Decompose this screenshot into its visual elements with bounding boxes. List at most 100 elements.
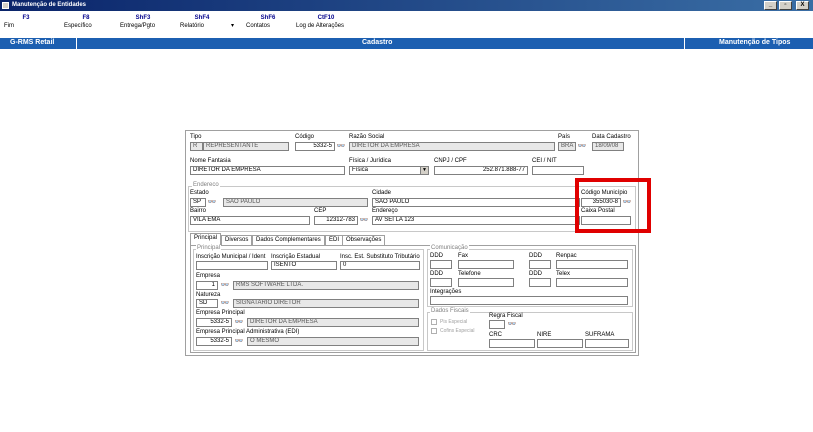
cei-field[interactable] xyxy=(532,166,584,175)
endereco-label: Endereço xyxy=(372,208,398,214)
estado-code-field[interactable]: SP xyxy=(190,198,206,207)
highlight-box xyxy=(575,178,651,233)
telefone-ddd-field[interactable] xyxy=(430,278,452,287)
relatorio-dropdown-icon[interactable]: ▾ xyxy=(231,22,234,29)
pais-label: País xyxy=(558,134,571,140)
toolbar-contatos-button[interactable]: ShF6 Contatos xyxy=(246,15,290,29)
razao-field[interactable]: DIRETOR DA EMPRESA xyxy=(349,142,555,151)
insc-estadual-label: Inscrição Estadual xyxy=(271,254,321,260)
data-cadastro-field: 18/09/08 xyxy=(592,142,624,151)
bairro-label: Bairro xyxy=(190,208,207,214)
pis-especial-label: Pis Especial xyxy=(440,319,468,325)
tipo-code-field[interactable]: R xyxy=(190,142,203,151)
fax-field[interactable] xyxy=(458,260,514,269)
fax-ddd-field[interactable] xyxy=(430,260,452,269)
telex-ddd-field[interactable] xyxy=(529,278,551,287)
renpac-ddd-field[interactable] xyxy=(529,260,551,269)
toolbar-relatorio-button[interactable]: ShF4 Relatório xyxy=(180,15,224,29)
codigo-field[interactable]: 5332-5 xyxy=(295,142,335,151)
window-title: Manutenção de Entidades xyxy=(12,2,87,8)
empresa-principal-binoculars-icon[interactable]: 👓 xyxy=(234,318,244,327)
natureza-binoculars-icon[interactable]: 👓 xyxy=(220,299,230,308)
regra-fiscal-field[interactable] xyxy=(489,320,505,329)
crc-label: CRC xyxy=(489,332,502,338)
telefone-label: Telefone xyxy=(458,271,481,277)
integracoes-label: Integrações xyxy=(430,289,462,295)
nome-fantasia-field[interactable]: DIRETOR DA EMPRESA xyxy=(190,166,345,175)
cidade-field[interactable]: SAO PAULO xyxy=(372,198,580,207)
tab-diversos[interactable]: Diversos xyxy=(221,235,253,245)
tab-dados-complementares[interactable]: Dados Complementares xyxy=(252,235,325,245)
pais-field[interactable]: BRA xyxy=(558,142,576,151)
toolbar-fim-button[interactable]: F3 Fim xyxy=(4,15,48,29)
toolbar-log-button[interactable]: CtF10 Log de Alterações xyxy=(296,15,356,29)
tab-edi[interactable]: EDI xyxy=(325,235,344,245)
endereco-group-label: Endereco xyxy=(192,182,220,188)
toolbar-entrega-button[interactable]: ShF3 Entrega/Pgto xyxy=(120,15,166,29)
minimize-button[interactable]: _ xyxy=(764,1,777,10)
empresa-admin-desc-field: O MESMO xyxy=(247,337,419,346)
telefone-field[interactable] xyxy=(458,278,514,287)
tab-observacoes[interactable]: Observações xyxy=(342,235,386,245)
renpac-label: Renpac xyxy=(556,253,577,259)
data-cadastro-label: Data Cadastro xyxy=(592,134,631,140)
suframa-label: SUFRAMA xyxy=(585,332,615,338)
entity-form: Tipo R REPRESENTANTE Código 5332-5 👓 Raz… xyxy=(185,130,639,356)
app-icon xyxy=(2,2,9,9)
crc-field[interactable] xyxy=(489,339,535,348)
toolbar-especifico-button[interactable]: F8 Específico xyxy=(64,15,108,29)
empresa-admin-code-field[interactable]: 5332-5 xyxy=(196,337,232,346)
endereco-field[interactable]: AV SEI LA 123 xyxy=(372,216,580,225)
nome-fantasia-label: Nome Fantasia xyxy=(190,158,231,164)
telex-field[interactable] xyxy=(556,278,628,287)
insc-substituto-field[interactable]: 0 xyxy=(340,261,420,270)
insc-municipal-label: Inscrição Municipal / Ident xyxy=(196,254,266,260)
window-titlebar[interactable]: Manutenção de Entidades _ ▫ X xyxy=(0,0,813,11)
ddd-label: DDD xyxy=(529,253,542,259)
tipo-desc-field: REPRESENTANTE xyxy=(203,142,289,151)
empresa-label: Empresa xyxy=(196,273,221,279)
function-toolbar: F3 Fim F8 Específico ShF3 Entrega/Pgto S… xyxy=(0,11,813,38)
insc-estadual-field[interactable]: ISENTO xyxy=(271,261,337,270)
screen-subtitle: Manutenção de Tipos xyxy=(719,39,791,46)
ddd-label: DDD xyxy=(430,253,443,259)
insc-municipal-field[interactable] xyxy=(196,261,268,270)
chevron-down-icon[interactable]: ▼ xyxy=(420,167,428,174)
tipo-label: Tipo xyxy=(190,134,202,140)
bairro-field[interactable]: VILA EMA xyxy=(190,216,310,225)
pis-especial-checkbox[interactable] xyxy=(431,319,437,325)
fax-label: Fax xyxy=(458,253,469,259)
pais-binoculars-icon[interactable]: 👓 xyxy=(577,142,587,151)
empresa-admin-label: Empresa Principal Administrativa (EDI) xyxy=(196,329,300,335)
nire-label: NIRE xyxy=(537,332,552,338)
tab-principal[interactable]: Principal xyxy=(190,233,222,245)
screen-name: Cadastro xyxy=(362,39,393,46)
close-button[interactable]: X xyxy=(796,1,809,10)
integracoes-field[interactable] xyxy=(430,296,628,305)
cnpj-field[interactable]: 252.871.888-77 xyxy=(434,166,528,175)
estado-binoculars-icon[interactable]: 👓 xyxy=(207,198,217,207)
cofins-especial-checkbox[interactable] xyxy=(431,328,437,334)
nire-field[interactable] xyxy=(537,339,583,348)
maximize-button[interactable]: ▫ xyxy=(779,1,792,10)
cofins-especial-label: Cofins Especial xyxy=(440,328,475,334)
module-bar: G-RMS Retail Cadastro Manutenção de Tipo… xyxy=(0,38,813,49)
empresa-admin-binoculars-icon[interactable]: 👓 xyxy=(234,337,244,346)
estado-desc-field: SAO PAULO xyxy=(223,198,368,207)
regra-fiscal-binoculars-icon[interactable]: 👓 xyxy=(507,320,517,329)
cep-binoculars-icon[interactable]: 👓 xyxy=(359,216,369,225)
empresa-binoculars-icon[interactable]: 👓 xyxy=(220,281,230,290)
dados-fiscais-group-label: Dados Fiscais xyxy=(430,308,470,314)
renpac-field[interactable] xyxy=(556,260,628,269)
empresa-principal-code-field[interactable]: 5332-5 xyxy=(196,318,232,327)
fisica-juridica-select[interactable]: Física ▼ xyxy=(349,166,429,175)
empresa-principal-desc-field: DIRETOR DA EMPRESA xyxy=(247,318,419,327)
cidade-label: Cidade xyxy=(372,190,392,196)
principal-group-label: Principal xyxy=(196,245,222,251)
codigo-binoculars-icon[interactable]: 👓 xyxy=(336,142,346,151)
divider xyxy=(76,38,77,49)
empresa-code-field[interactable]: 1 xyxy=(196,281,218,290)
cep-field[interactable]: 12312-783 xyxy=(314,216,358,225)
suframa-field[interactable] xyxy=(585,339,629,348)
natureza-code-field[interactable]: SD xyxy=(196,299,218,308)
